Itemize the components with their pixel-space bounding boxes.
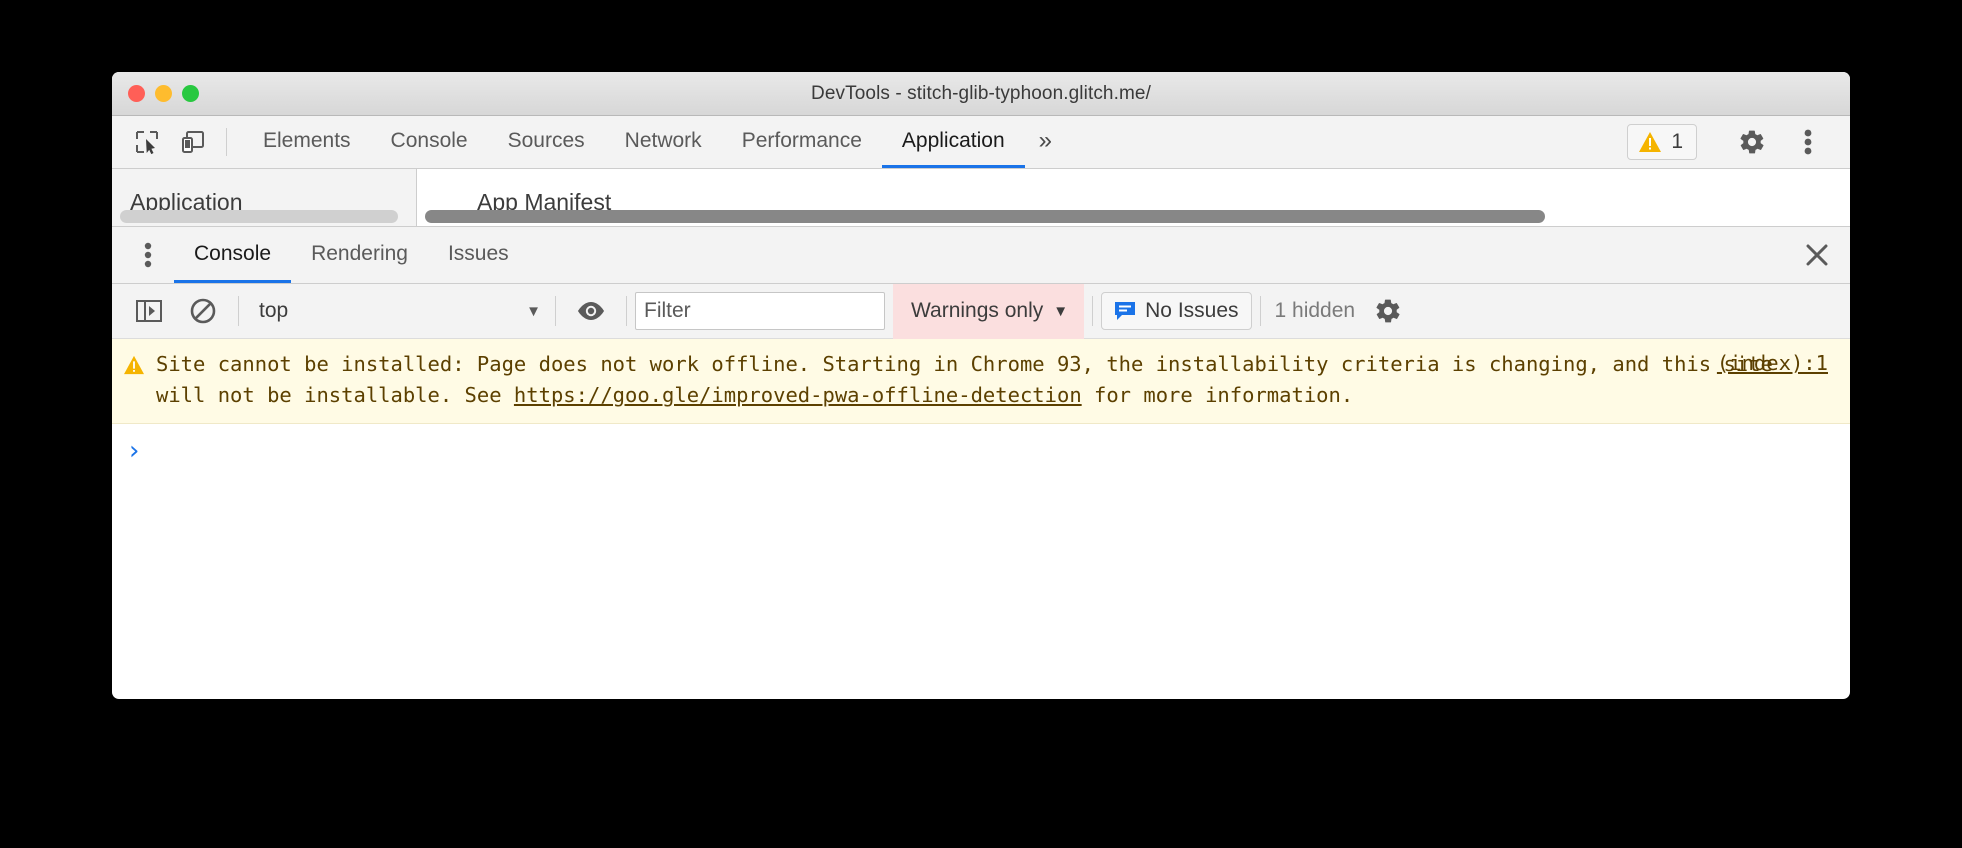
- drawer-three-dot-menu-icon[interactable]: [122, 227, 174, 283]
- devtools-drawer: Console Rendering Issues top ▼ Filter Wa…: [112, 226, 1850, 574]
- warning-triangle-icon: [1639, 132, 1662, 152]
- drawer-tab-rendering[interactable]: Rendering: [291, 227, 428, 283]
- eye-icon[interactable]: [564, 300, 618, 322]
- warning-triangle-icon: [112, 349, 156, 411]
- main-toolbar-right: 1: [1627, 116, 1850, 168]
- issues-button[interactable]: No Issues: [1101, 292, 1252, 330]
- window-titlebar: DevTools - stitch-glib-typhoon.glitch.me…: [112, 72, 1850, 116]
- console-message-source-link[interactable]: (index):1: [1717, 351, 1828, 375]
- tab-elements[interactable]: Elements: [243, 116, 371, 168]
- console-settings-gear-icon[interactable]: [1361, 297, 1415, 325]
- chevron-down-icon: ▼: [526, 302, 541, 320]
- warning-text-after-link: for more information.: [1081, 383, 1354, 407]
- window-title: DevTools - stitch-glib-typhoon.glitch.me…: [811, 82, 1151, 104]
- warning-count-label: 1: [1671, 130, 1683, 153]
- drawer-tabbar: Console Rendering Issues: [112, 227, 1850, 284]
- minimize-window-button[interactable]: [155, 85, 172, 102]
- tab-network[interactable]: Network: [605, 116, 722, 168]
- console-toolbar-divider-2: [555, 296, 556, 326]
- three-dot-menu-icon[interactable]: [1782, 128, 1834, 156]
- log-level-select[interactable]: Warnings only ▼: [893, 283, 1085, 339]
- panel-tabstrip: Elements Console Sources Network Perform…: [243, 116, 1066, 168]
- console-toolbar-divider-3: [626, 296, 627, 326]
- console-toolbar: top ▼ Warnings only ▼: [112, 283, 1850, 339]
- device-toolbar-icon[interactable]: [170, 116, 216, 168]
- issues-bubble-icon: [1115, 302, 1136, 320]
- drawer-tab-issues[interactable]: Issues: [428, 227, 529, 283]
- console-toolbar-divider-5: [1259, 296, 1261, 326]
- close-icon[interactable]: [1784, 227, 1850, 283]
- console-warning-text: Site cannot be installed: Page does not …: [156, 349, 1850, 411]
- clear-console-icon[interactable]: [176, 297, 230, 325]
- console-prompt[interactable]: ›: [112, 424, 1850, 574]
- traffic-light-group: [112, 85, 199, 102]
- log-level-value: Warnings only: [911, 299, 1044, 322]
- chevron-down-icon: ▼: [1053, 302, 1069, 320]
- console-toolbar-divider-4: [1092, 296, 1094, 326]
- gear-icon[interactable]: [1726, 128, 1778, 156]
- more-tabs-button[interactable]: »: [1025, 116, 1066, 168]
- tab-console[interactable]: Console: [371, 116, 488, 168]
- toolbar-divider: [226, 128, 227, 156]
- pwa-offline-detection-link[interactable]: https://goo.gle/improved-pwa-offline-det…: [514, 383, 1082, 407]
- console-warning-message[interactable]: Site cannot be installed: Page does not …: [112, 339, 1850, 424]
- application-content: App Manifest: [417, 169, 1850, 226]
- drawer-tab-console[interactable]: Console: [174, 227, 292, 283]
- close-window-button[interactable]: [128, 85, 145, 102]
- zoom-window-button[interactable]: [182, 85, 199, 102]
- application-panel-clipped: Application App Manifest: [112, 169, 1850, 226]
- sidebar-horizontal-scrollbar[interactable]: [120, 210, 398, 223]
- application-sidebar[interactable]: Application: [112, 169, 417, 226]
- execution-context-value: top: [259, 299, 289, 322]
- content-horizontal-scrollbar[interactable]: [425, 210, 1545, 223]
- execution-context-select[interactable]: top ▼: [247, 299, 547, 323]
- warning-count-badge[interactable]: 1: [1627, 124, 1697, 160]
- filter-input[interactable]: [635, 292, 885, 330]
- tab-application[interactable]: Application: [881, 116, 1025, 168]
- hidden-messages-count: 1 hidden: [1274, 299, 1356, 322]
- console-message-list: Site cannot be installed: Page does not …: [112, 339, 1850, 574]
- console-sidebar-icon[interactable]: [122, 298, 176, 324]
- devtools-window: DevTools - stitch-glib-typhoon.glitch.me…: [112, 72, 1850, 699]
- tab-sources[interactable]: Sources: [488, 116, 605, 168]
- inspect-element-icon[interactable]: [124, 116, 170, 168]
- prompt-chevron-icon: ›: [126, 436, 142, 466]
- issues-button-label: No Issues: [1145, 299, 1239, 322]
- devtools-main-toolbar: Elements Console Sources Network Perform…: [112, 116, 1850, 169]
- console-toolbar-divider-1: [238, 296, 239, 326]
- tab-performance[interactable]: Performance: [722, 116, 882, 168]
